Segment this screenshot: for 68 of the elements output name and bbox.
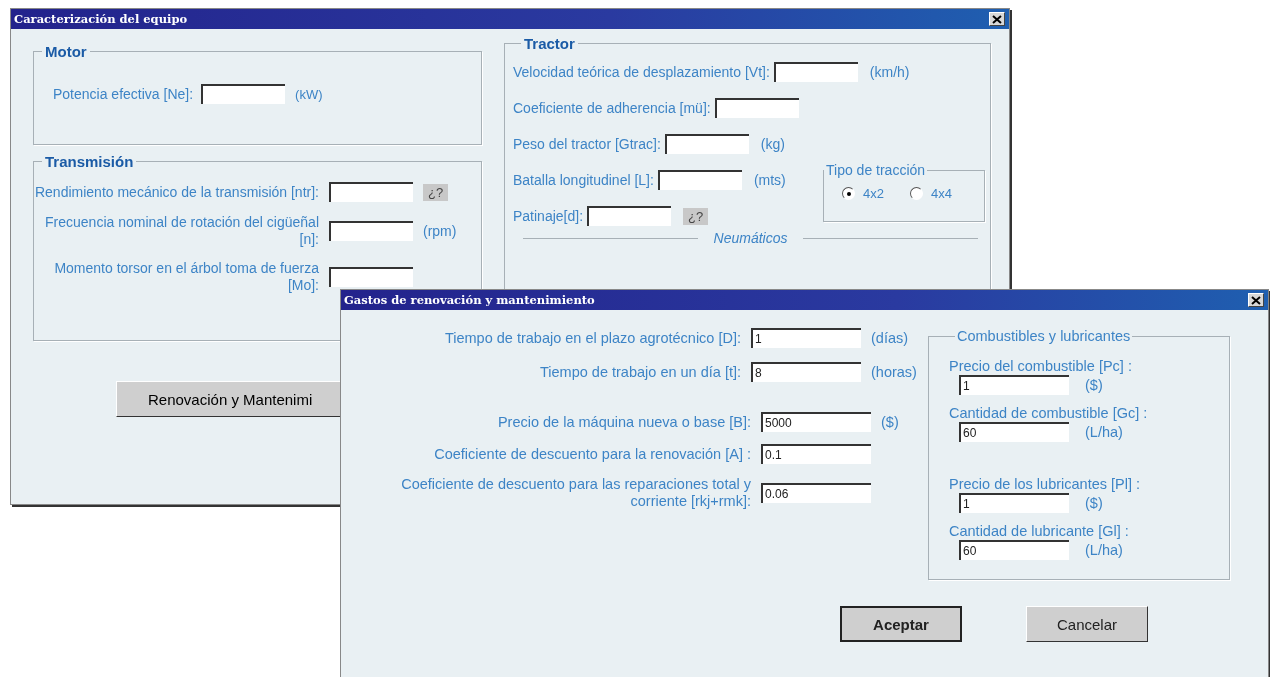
field-label: Cantidad de combustible [Gc] : bbox=[949, 405, 1149, 422]
input-field[interactable]: 0.06 bbox=[761, 483, 871, 503]
field-label: Batalla longitudinel [L]: bbox=[513, 172, 654, 188]
unit-label: (L/ha) bbox=[1085, 424, 1123, 440]
input-field[interactable]: 5000 bbox=[761, 412, 871, 432]
unit-label: ($) bbox=[1085, 377, 1103, 393]
field-label: Coeficiente de adherencia [mü]: bbox=[513, 100, 711, 116]
radio-option[interactable]: 4x4 bbox=[909, 186, 952, 201]
radio-button[interactable] bbox=[909, 187, 923, 200]
field-label: Velocidad teórica de desplazamiento [Vt]: bbox=[513, 64, 770, 80]
group-title: Transmisión bbox=[44, 153, 135, 170]
group-title: Motor bbox=[44, 43, 88, 60]
input-field[interactable]: 1 bbox=[959, 493, 1069, 513]
input-field[interactable] bbox=[773, 62, 858, 82]
close-button[interactable] bbox=[989, 12, 1005, 26]
dialog-button[interactable]: Cancelar bbox=[1026, 606, 1148, 642]
unit-label: (km/h) bbox=[869, 64, 910, 80]
input-field[interactable]: 60 bbox=[959, 422, 1069, 442]
radio-option[interactable]: 4x2 bbox=[842, 186, 884, 201]
input-field[interactable] bbox=[201, 84, 286, 104]
field-label: Tiempo de trabajo en el plazo agrotécnico [D]: bbox=[443, 329, 741, 347]
group-title: Tractor bbox=[523, 35, 576, 52]
unit-label: ($) bbox=[1085, 495, 1103, 511]
input-field[interactable]: 8 bbox=[751, 362, 861, 382]
field-label: Coeficiente de descuento para las reparaciones total y corriente [rkj+rmk]: bbox=[400, 476, 751, 510]
field-label: Coeficiente de descuento para la renovación [A] : bbox=[433, 445, 751, 463]
field-label: Momento torsor en el árbol toma de fuerza [Mo]: bbox=[53, 260, 319, 294]
unit-label: (L/ha) bbox=[1085, 542, 1123, 558]
input-field[interactable] bbox=[657, 170, 742, 190]
field-label: Frecuencia nominal de rotación del cigüeñal [n]: bbox=[44, 214, 319, 248]
field-label: Precio de la máquina nueva o base [B]: bbox=[496, 413, 751, 431]
section-heading: Neumáticos bbox=[713, 230, 788, 246]
input-field[interactable]: 60 bbox=[959, 540, 1069, 560]
unit-label: (mts) bbox=[753, 172, 786, 188]
field-label: Cantidad de lubricante [Gl] : bbox=[949, 523, 1130, 540]
unit-label: (horas) bbox=[871, 364, 918, 380]
input-field[interactable] bbox=[714, 98, 799, 118]
radio-button[interactable] bbox=[842, 187, 855, 200]
input-field[interactable] bbox=[329, 221, 413, 241]
group-title: Combustibles y lubricantes bbox=[956, 328, 1132, 344]
field-label: Precio de los lubricantes [Pl] : bbox=[949, 476, 1141, 493]
unit-label: ($) bbox=[881, 414, 900, 430]
input-field[interactable]: 1 bbox=[751, 328, 861, 348]
input-field[interactable] bbox=[329, 267, 413, 287]
unit-label: (rpm) bbox=[423, 223, 457, 239]
group-title: Tipo de tracción bbox=[825, 162, 927, 178]
input-field[interactable]: 0.1 bbox=[761, 444, 871, 464]
dialog-button[interactable]: Aceptar bbox=[840, 606, 962, 642]
input-field[interactable] bbox=[664, 134, 749, 154]
field-label: Potencia efectiva [Ne]: bbox=[53, 86, 194, 102]
window-title: Gastos de renovación y mantenimiento bbox=[344, 293, 595, 307]
unit-label: (kg) bbox=[760, 136, 785, 152]
field-label: Patinaje[d]: bbox=[513, 208, 584, 224]
input-field[interactable] bbox=[587, 206, 672, 226]
field-label: Tiempo de trabajo en un día [t]: bbox=[539, 363, 741, 381]
close-button[interactable] bbox=[1248, 293, 1264, 307]
input-field[interactable]: 1 bbox=[959, 375, 1069, 395]
help-button[interactable]: ¿? bbox=[423, 183, 449, 201]
help-button[interactable]: ¿? bbox=[683, 207, 709, 225]
field-label: Peso del tractor [Gtrac]: bbox=[513, 136, 661, 152]
close-icon bbox=[1251, 295, 1261, 305]
field-label: Rendimiento mecánico de la transmisión [ntr]: bbox=[34, 183, 319, 201]
input-field[interactable] bbox=[329, 182, 413, 202]
unit-label: (kW) bbox=[295, 86, 323, 102]
close-icon bbox=[992, 14, 1002, 24]
unit-label: (días) bbox=[871, 330, 910, 346]
field-label: Precio del combustible [Pc] : bbox=[949, 358, 1133, 375]
window-title: Caracterización del equipo bbox=[14, 12, 188, 26]
